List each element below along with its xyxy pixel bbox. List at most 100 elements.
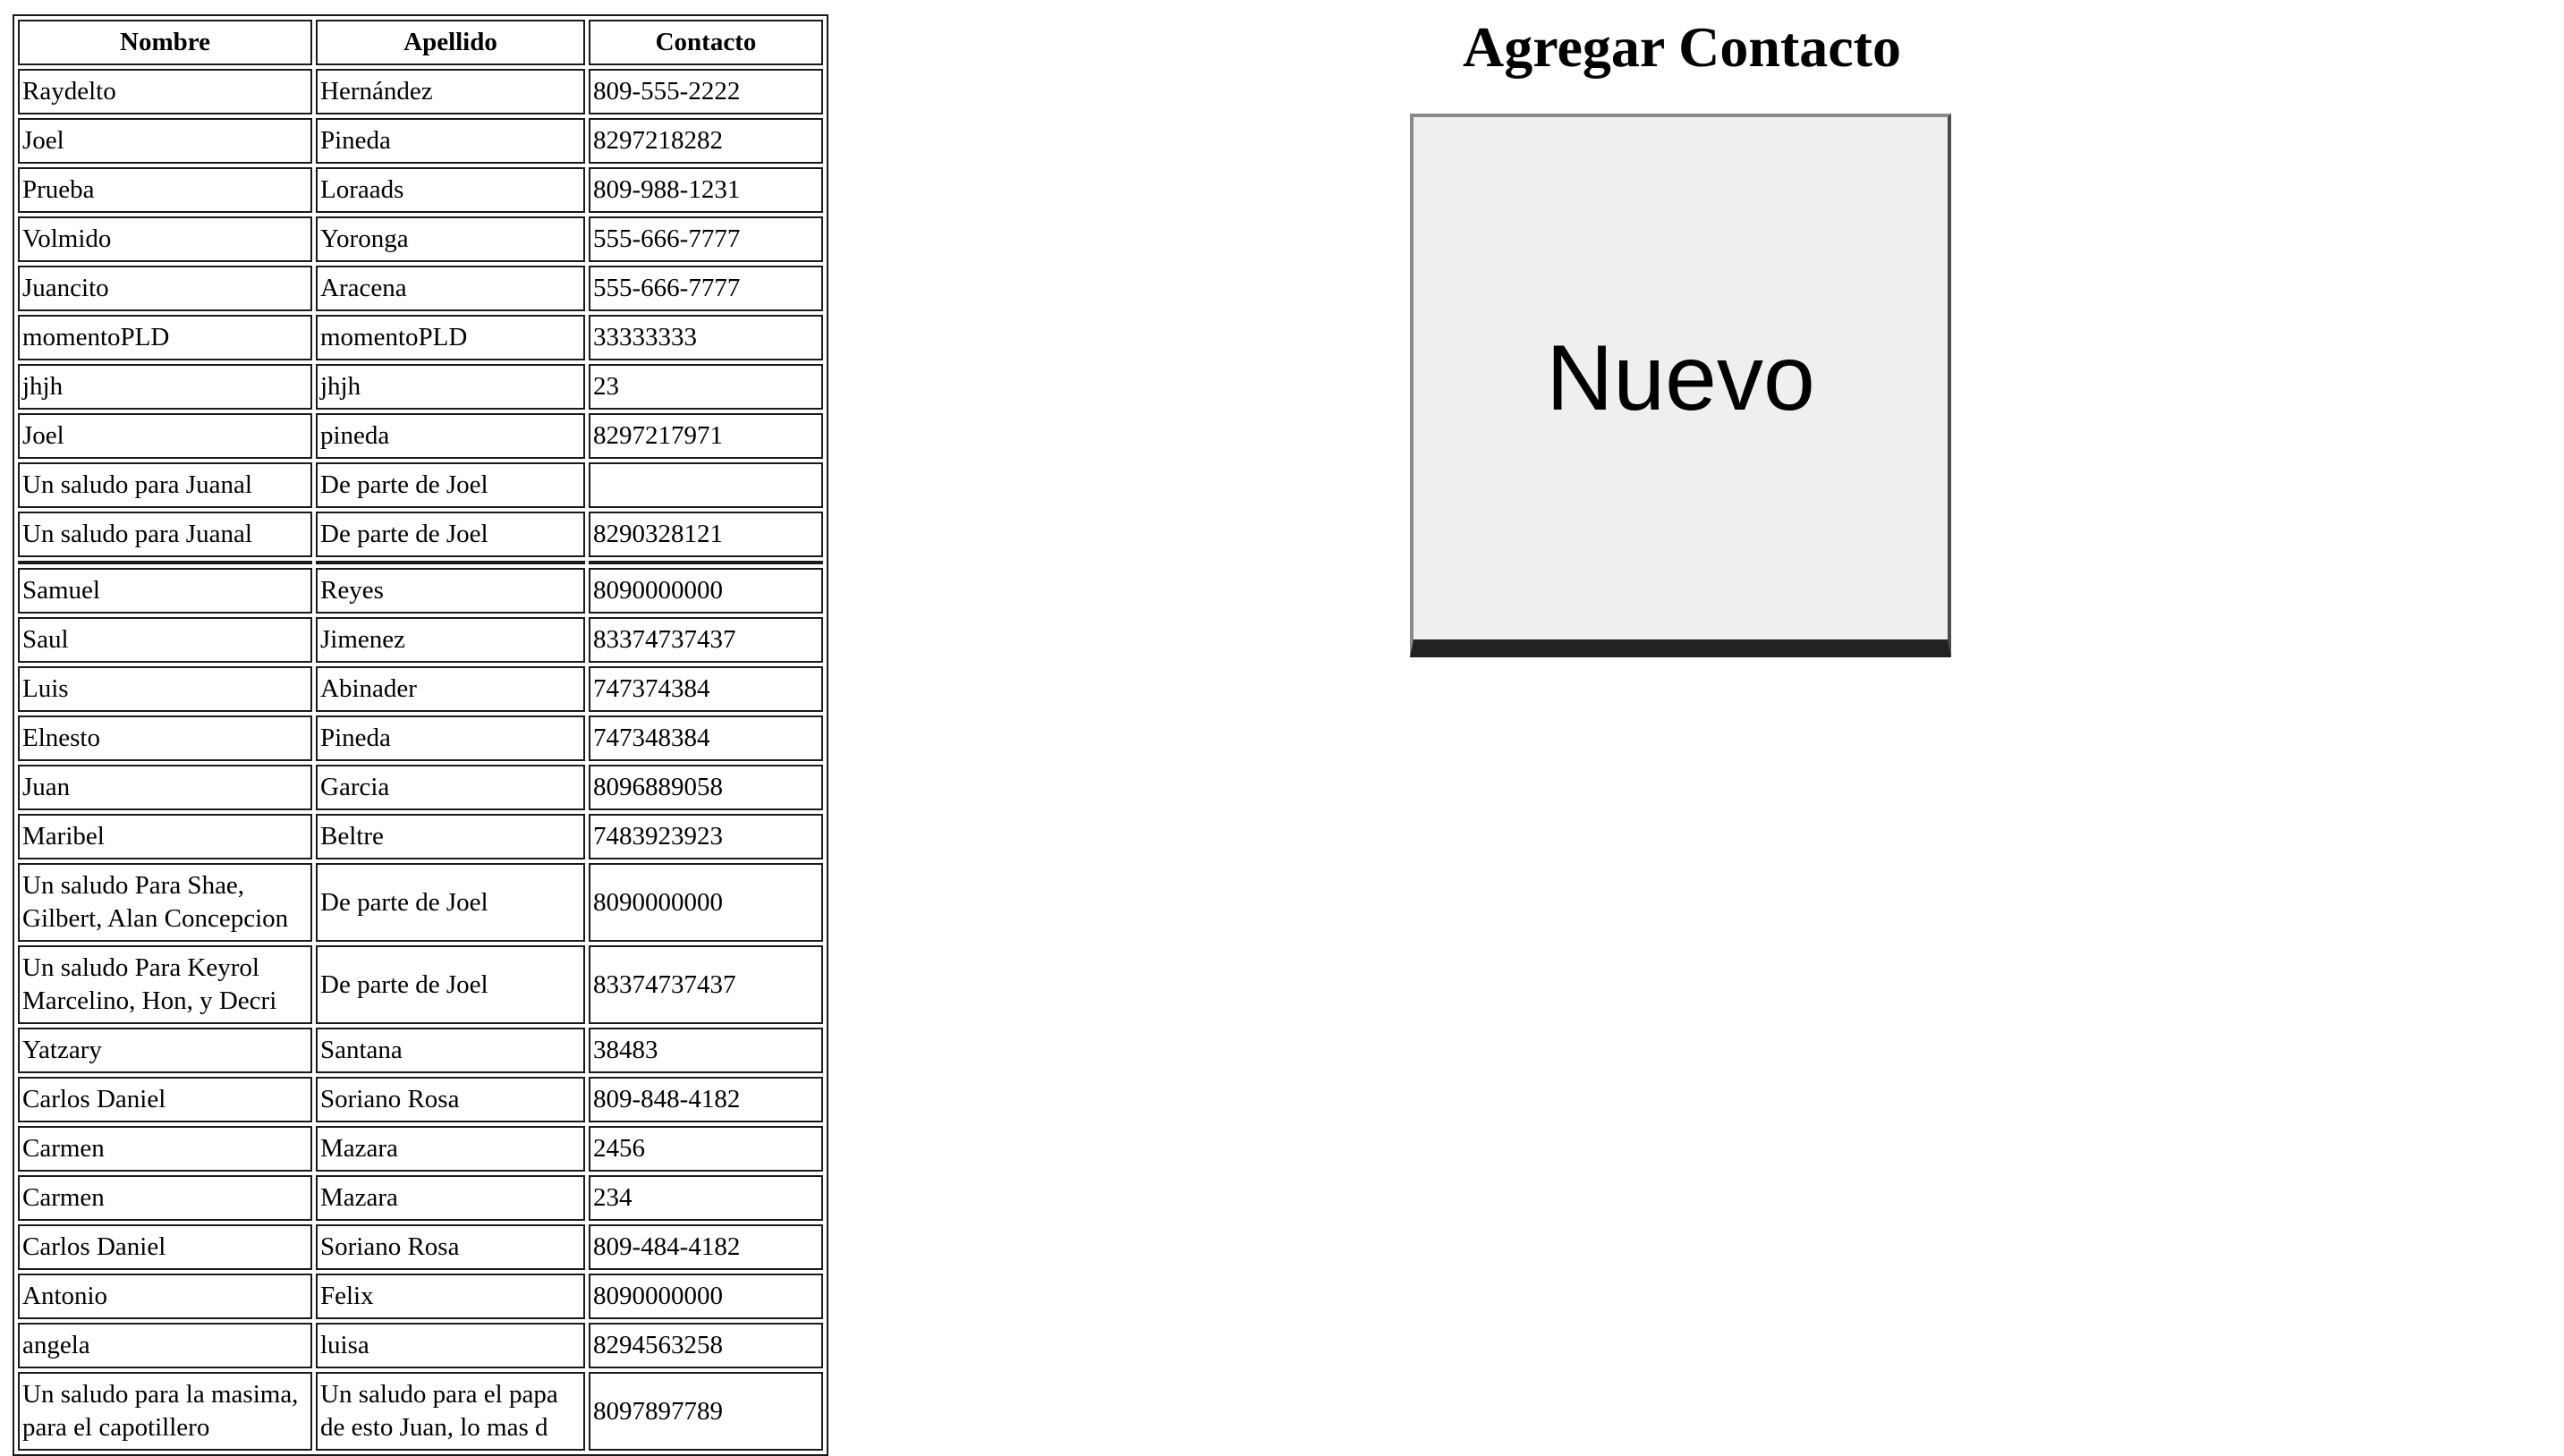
cell-contacto: 7483923923 <box>589 814 823 859</box>
cell-nombre: Maribel <box>18 814 312 859</box>
table-row: Samuel Reyes 8090000000 <box>18 568 823 614</box>
cell-apellido: Abinader <box>316 666 585 712</box>
table-row: Joel pineda 8297217971 <box>18 413 823 459</box>
cell-contacto <box>589 462 823 508</box>
cell-contacto: 83374737437 <box>589 617 823 663</box>
contacts-body: Raydelto Hernández 809-555-2222 Joel Pineda 8… <box>18 69 823 1451</box>
cell-contacto: 8294563258 <box>589 1323 823 1368</box>
table-row: Luis Abinader 747374384 <box>18 666 823 712</box>
cell-contacto: 8297217971 <box>589 413 823 459</box>
cell-apellido: Soriano Rosa <box>316 1077 585 1122</box>
table-row: momentoPLD momentoPLD 33333333 <box>18 315 823 360</box>
cell-apellido: momentoPLD <box>316 315 585 360</box>
cell-nombre: Saul <box>18 617 312 663</box>
table-row: Juancito Aracena 555-666-7777 <box>18 266 823 311</box>
cell-nombre: Un saludo Para Shae, Gilbert, Alan Conce… <box>18 863 312 942</box>
table-row: Un saludo Para Keyrol Marcelino, Hon, y … <box>18 945 823 1024</box>
cell-apellido: luisa <box>316 1323 585 1368</box>
cell-contacto: 33333333 <box>589 315 823 360</box>
cell-nombre: Un saludo para la masima, para el capoti… <box>18 1372 312 1451</box>
table-row: Prueba Loraads 809-988-1231 <box>18 167 823 213</box>
cell-apellido: Reyes <box>316 568 585 614</box>
table-row: Elnesto Pineda 747348384 <box>18 715 823 761</box>
cell-nombre: Raydelto <box>18 69 312 114</box>
cell-contacto: 809-988-1231 <box>589 167 823 213</box>
cell-apellido: Mazara <box>316 1175 585 1221</box>
table-row: Juan Garcia 8096889058 <box>18 765 823 810</box>
column-header-contacto: Contacto <box>589 20 823 65</box>
table-row: Carlos Daniel Soriano Rosa 809-484-4182 <box>18 1224 823 1270</box>
cell-apellido: De parte de Joel <box>316 863 585 942</box>
table-row: Un saludo para la masima, para el capoti… <box>18 1372 823 1451</box>
table-row: Maribel Beltre 7483923923 <box>18 814 823 859</box>
cell-nombre <box>18 561 312 564</box>
cell-nombre: Volmido <box>18 216 312 262</box>
table-header-row: Nombre Apellido Contacto <box>18 20 823 65</box>
cell-contacto: 234 <box>589 1175 823 1221</box>
table-row: Carmen Mazara 234 <box>18 1175 823 1221</box>
cell-nombre: Prueba <box>18 167 312 213</box>
cell-apellido: Jimenez <box>316 617 585 663</box>
cell-nombre: Un saludo Para Keyrol Marcelino, Hon, y … <box>18 945 312 1024</box>
cell-nombre: Samuel <box>18 568 312 614</box>
cell-apellido <box>316 561 585 564</box>
cell-contacto: 83374737437 <box>589 945 823 1024</box>
cell-contacto: 8090000000 <box>589 863 823 942</box>
cell-apellido: Yoronga <box>316 216 585 262</box>
cell-contacto: 8290328121 <box>589 512 823 557</box>
cell-apellido: De parte de Joel <box>316 462 585 508</box>
cell-contacto <box>589 561 823 564</box>
cell-apellido: Felix <box>316 1274 585 1319</box>
table-row: Yatzary Santana 38483 <box>18 1028 823 1073</box>
cell-contacto: 8097897789 <box>589 1372 823 1451</box>
table-row: Un saludo para Juanal De parte de Joel <box>18 462 823 508</box>
cell-contacto: 555-666-7777 <box>589 266 823 311</box>
cell-contacto: 8297218282 <box>589 118 823 164</box>
table-row: Volmido Yoronga 555-666-7777 <box>18 216 823 262</box>
cell-nombre: Carmen <box>18 1126 312 1172</box>
cell-nombre: Luis <box>18 666 312 712</box>
cell-nombre: Carmen <box>18 1175 312 1221</box>
cell-contacto: 8096889058 <box>589 765 823 810</box>
cell-contacto: 8090000000 <box>589 568 823 614</box>
cell-nombre: Juancito <box>18 266 312 311</box>
new-contact-button[interactable]: Nuevo <box>1410 114 1951 657</box>
cell-apellido: Beltre <box>316 814 585 859</box>
cell-apellido: Soriano Rosa <box>316 1224 585 1270</box>
cell-apellido: Un saludo para el papa de esto Juan, lo … <box>316 1372 585 1451</box>
cell-contacto: 8090000000 <box>589 1274 823 1319</box>
cell-apellido: Mazara <box>316 1126 585 1172</box>
table-row: Un saludo para Juanal De parte de Joel 829… <box>18 512 823 557</box>
cell-contacto: 555-666-7777 <box>589 216 823 262</box>
table-row: Antonio Felix 8090000000 <box>18 1274 823 1319</box>
table-row: Un saludo Para Shae, Gilbert, Alan Conce… <box>18 863 823 942</box>
table-row: Joel Pineda 8297218282 <box>18 118 823 164</box>
cell-nombre: Joel <box>18 118 312 164</box>
cell-apellido: De parte de Joel <box>316 945 585 1024</box>
cell-nombre: Antonio <box>18 1274 312 1319</box>
cell-nombre: Elnesto <box>18 715 312 761</box>
cell-contacto: 747348384 <box>589 715 823 761</box>
cell-nombre: Carlos Daniel <box>18 1224 312 1270</box>
cell-nombre: Un saludo para Juanal <box>18 512 312 557</box>
cell-nombre: Un saludo para Juanal <box>18 462 312 508</box>
cell-apellido: jhjh <box>316 364 585 410</box>
cell-contacto: 747374384 <box>589 666 823 712</box>
cell-nombre: Yatzary <box>18 1028 312 1073</box>
cell-contacto: 809-484-4182 <box>589 1224 823 1270</box>
table-row: Carmen Mazara 2456 <box>18 1126 823 1172</box>
table-row: Saul Jimenez 83374737437 <box>18 617 823 663</box>
table-row: jhjh jhjh 23 <box>18 364 823 410</box>
cell-nombre: angela <box>18 1323 312 1368</box>
cell-contacto: 809-848-4182 <box>589 1077 823 1122</box>
page-title: Agregar Contacto <box>1463 15 1901 79</box>
cell-nombre: Juan <box>18 765 312 810</box>
cell-apellido: Aracena <box>316 266 585 311</box>
cell-nombre: jhjh <box>18 364 312 410</box>
cell-apellido: Pineda <box>316 118 585 164</box>
cell-apellido: De parte de Joel <box>316 512 585 557</box>
cell-contacto: 2456 <box>589 1126 823 1172</box>
cell-contacto: 809-555-2222 <box>589 69 823 114</box>
table-row <box>18 561 823 564</box>
cell-apellido: Hernández <box>316 69 585 114</box>
